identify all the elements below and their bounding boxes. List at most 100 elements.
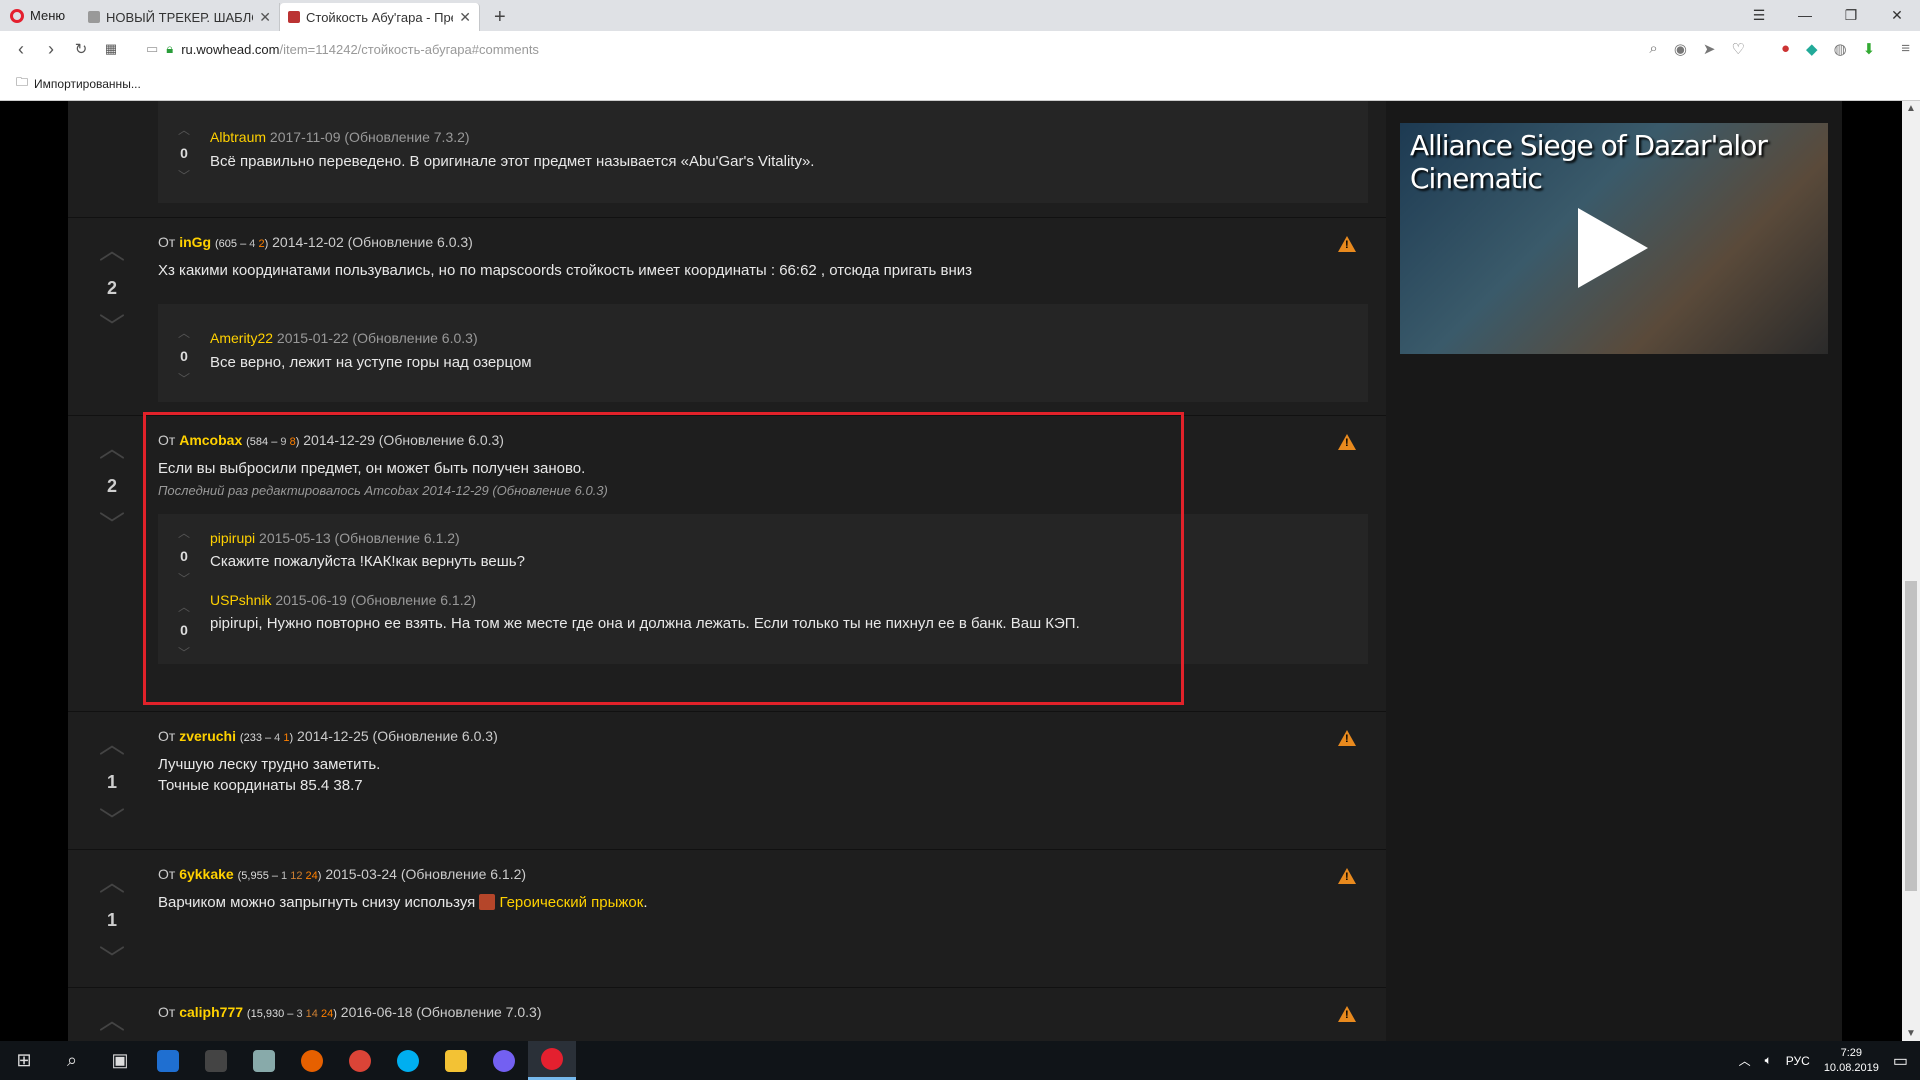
comment-header: От caliph777 (15,930 – 3 14 24) 2016-06-… [158, 1004, 542, 1020]
url-path: /item=114242/стойкость-абугара#comments [279, 41, 539, 57]
scrollbar-thumb[interactable] [1905, 581, 1917, 891]
report-warning-icon[interactable] [1338, 868, 1356, 884]
opera-app-icon[interactable] [528, 1041, 576, 1080]
reload-icon[interactable]: ↻ [66, 40, 96, 58]
scroll-up-icon[interactable]: ▲ [1906, 103, 1916, 114]
close-window-icon[interactable]: ✕ [1874, 0, 1920, 31]
downvote-icon[interactable]: ﹀ [98, 946, 126, 972]
send-icon[interactable]: ➤ [1703, 40, 1716, 58]
url-field[interactable]: ▭ 🔒︎ ru.wowhead.com/item=114242/стойкост… [146, 41, 539, 57]
reputation: 584 [249, 436, 269, 448]
site-info-icon[interactable]: ▭ [146, 41, 158, 57]
reply-vote: ︿ 0 ﹀ [176, 124, 192, 182]
report-warning-icon[interactable] [1338, 730, 1356, 746]
extension-globe-icon[interactable]: ◍ [1834, 40, 1847, 58]
clock[interactable]: 7:29 10.08.2019 [1824, 1046, 1879, 1076]
downvote-icon[interactable]: ﹀ [98, 512, 126, 538]
chrome-app-icon[interactable] [336, 1041, 384, 1080]
forward-icon[interactable]: › [36, 39, 66, 60]
video-player[interactable]: Alliance Siege of Dazar'alor Cinematic [1400, 123, 1828, 354]
upvote-icon[interactable]: ︿ [98, 869, 126, 895]
calculator-app-icon[interactable] [192, 1041, 240, 1080]
upvote-icon[interactable]: ︿ [98, 237, 126, 263]
comment: ︿ 1 ﹀ От zveruchi (233 – 4 1) 2014-12-25… [68, 711, 1386, 849]
upvote-icon[interactable]: ︿ [176, 527, 192, 539]
upvote-icon[interactable]: ︿ [98, 435, 126, 461]
report-warning-icon[interactable] [1338, 1006, 1356, 1022]
extension-download-icon[interactable]: ⬇ [1863, 40, 1876, 58]
reply-author-link[interactable]: pipirupi [210, 530, 255, 546]
firefox-app-icon[interactable] [288, 1041, 336, 1080]
tab-wowhead[interactable]: Стойкость Абу'гара - Пре ✕ [280, 3, 480, 31]
comment-author-link[interactable]: 6ykkake [179, 866, 234, 882]
bookmark-heart-icon[interactable]: ♡ [1732, 40, 1745, 58]
upvote-icon[interactable]: ︿ [176, 124, 192, 136]
reply-author-link[interactable]: USPshnik [210, 592, 271, 608]
task-view-icon[interactable]: ▣ [96, 1041, 144, 1080]
downvote-icon[interactable]: ﹀ [98, 314, 126, 340]
volume-icon[interactable]: 🔈︎ [1765, 1053, 1772, 1068]
reply-text: Все верно, лежит на уступе горы над озер… [210, 354, 532, 371]
tray-overflow-icon[interactable]: ︿ [1739, 1052, 1751, 1069]
comment-author-link[interactable]: Amcobax [179, 432, 242, 448]
comment-text-prefix: Варчиком можно запрыгнуть снизу использу… [158, 894, 476, 911]
spell-link[interactable]: Героический прыжок [499, 894, 643, 911]
scroll-down-icon[interactable]: ▼ [1906, 1028, 1916, 1039]
reply-score: 0 [180, 622, 188, 638]
speed-dial-icon[interactable]: ▦ [96, 41, 126, 57]
reply-score: 0 [180, 348, 188, 364]
reply-author-link[interactable]: Amerity22 [210, 330, 273, 346]
skype-app-icon[interactable] [384, 1041, 432, 1080]
achievement-count: 12 [290, 870, 303, 882]
reply-header: Amerity22 2015-01-22 (Обновление 6.0.3) [210, 330, 478, 346]
downvote-icon[interactable]: ﹀ [176, 647, 192, 659]
comment: ︿ 0 ﹀ Albtraum 2017-11-09 (Обновление 7.… [68, 101, 1386, 217]
viber-app-icon[interactable] [480, 1041, 528, 1080]
defender-app-icon[interactable] [144, 1041, 192, 1080]
close-tab-icon[interactable]: ✕ [259, 9, 271, 26]
system-tray: ︿ 🔈︎ РУС 7:29 10.08.2019 ▭ [1739, 1041, 1920, 1080]
downvote-icon[interactable]: ﹀ [176, 373, 192, 385]
extension-shield-icon[interactable]: ◆ [1806, 40, 1818, 58]
zoom-icon[interactable]: ⌕ [1649, 40, 1657, 58]
easy-setup-icon[interactable]: ≡ [1901, 40, 1910, 58]
new-tab-button[interactable]: + [480, 3, 520, 31]
spell-icon [479, 894, 496, 910]
comment-author-link[interactable]: caliph777 [179, 1004, 243, 1020]
file-explorer-app-icon[interactable] [432, 1041, 480, 1080]
snapshot-icon[interactable]: ◉ [1674, 40, 1687, 58]
comment-meta: 2016-06-18 (Обновление 7.0.3) [340, 1004, 542, 1020]
upvote-icon[interactable]: ︿ [176, 601, 192, 613]
windows-start-icon[interactable]: ⊞ [0, 1041, 48, 1080]
downvote-icon[interactable]: ﹀ [98, 808, 126, 834]
tab-title: Стойкость Абу'гара - Пре [306, 9, 454, 25]
play-icon[interactable] [1578, 208, 1648, 288]
restore-icon[interactable]: ❐ [1828, 0, 1874, 31]
report-warning-icon[interactable] [1338, 434, 1356, 450]
opera-menu-button[interactable]: Меню [0, 0, 80, 31]
page-scrollbar[interactable]: ▲ ▼ [1902, 101, 1920, 1041]
comment-author-link[interactable]: inGg [179, 234, 211, 250]
comment: ︿ 2 ﹀ От Amcobax (584 – 9 8) 2014-12-29 … [68, 415, 1386, 711]
tab-menu-icon[interactable]: ☰ [1736, 0, 1782, 31]
close-tab-icon[interactable]: ✕ [459, 9, 471, 26]
input-language[interactable]: РУС [1786, 1054, 1810, 1068]
upvote-icon[interactable]: ︿ [98, 1007, 126, 1033]
upvote-icon[interactable]: ︿ [176, 327, 192, 339]
downvote-icon[interactable]: ﹀ [176, 170, 192, 182]
upvote-icon[interactable]: ︿ [98, 731, 126, 757]
bookmark-folder-imported[interactable]: Импортированны... [34, 77, 141, 91]
reply-author-link[interactable]: Albtraum [210, 129, 266, 145]
extension-adblock-icon[interactable]: ● [1781, 40, 1790, 58]
comment-author-link[interactable]: zveruchi [179, 728, 236, 744]
minimize-icon[interactable]: — [1782, 0, 1828, 31]
reply-text: Всё правильно переведено. В оригинале эт… [210, 153, 815, 170]
action-center-icon[interactable]: ▭ [1893, 1051, 1908, 1071]
paint-app-icon[interactable] [240, 1041, 288, 1080]
bookmarks-bar: 🗀︎ Импортированны... [0, 67, 1920, 101]
tab-tracker[interactable]: НОВЫЙ ТРЕКЕР. ШАБЛОН ✕ [80, 3, 280, 31]
search-icon[interactable]: ⌕ [48, 1041, 96, 1080]
downvote-icon[interactable]: ﹀ [176, 573, 192, 585]
back-icon[interactable]: ‹ [6, 39, 36, 60]
report-warning-icon[interactable] [1338, 236, 1356, 252]
